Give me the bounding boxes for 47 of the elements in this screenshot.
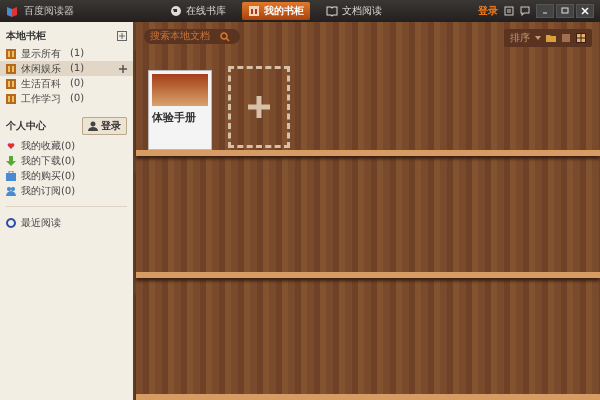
list-view-icon[interactable]	[561, 33, 571, 43]
personal-item[interactable]: 我的购买(0)	[21, 168, 76, 182]
add-shelf-icon[interactable]	[117, 31, 127, 41]
photo-placeholder	[152, 74, 208, 106]
list-icon[interactable]	[504, 6, 514, 16]
chat-bubble-icon[interactable]	[520, 6, 530, 16]
maximize-button[interactable]	[556, 4, 574, 18]
book-cover[interactable]: 体验手册	[148, 70, 212, 150]
bookshelf-icon	[248, 5, 260, 17]
login-button[interactable]: 登录	[82, 117, 127, 135]
add-book-button[interactable]	[228, 66, 290, 148]
download-arrow-icon	[6, 156, 16, 166]
plus-icon[interactable]	[119, 64, 127, 72]
book-logo-icon	[6, 5, 18, 17]
search-icon[interactable]	[220, 32, 230, 42]
personal-item[interactable]: 我的下载(0)	[21, 154, 76, 168]
recent-reading-link[interactable]: 最近阅读	[21, 216, 61, 230]
bookshelf-icon	[6, 48, 16, 58]
book-title: 体验手册	[152, 110, 197, 125]
globe-icon	[170, 5, 182, 17]
bookshelf-icon	[6, 94, 16, 104]
shelf-item[interactable]: 生活百科 (0)	[0, 76, 133, 91]
personal-item[interactable]: 我的订阅(0)	[21, 184, 76, 198]
nav-tab[interactable]: 文档阅读	[320, 2, 388, 20]
login-link[interactable]: 登录	[478, 4, 498, 18]
nav-tab[interactable]: 我的书柜	[242, 2, 310, 20]
shelf-item[interactable]: 工作学习 (0)	[0, 91, 133, 106]
section-title: 本地书柜	[6, 30, 46, 43]
caret-icon[interactable]	[535, 36, 541, 40]
heart-icon	[6, 140, 16, 150]
shelf-item[interactable]: 休闲娱乐 (1)	[0, 61, 133, 76]
bookshelf-icon	[6, 78, 16, 88]
plus-icon	[248, 96, 270, 118]
briefcase-icon	[6, 170, 16, 180]
shelf-item[interactable]: 显示所有 (1)	[0, 46, 133, 61]
nav-tab[interactable]: 在线书库	[164, 2, 232, 20]
app-title: 百度阅读器	[24, 4, 74, 18]
section-title: 个人中心	[6, 119, 46, 133]
people-icon	[6, 186, 16, 196]
open-book-icon	[326, 5, 338, 17]
grid-view-icon[interactable]	[576, 33, 586, 43]
personal-item[interactable]: 我的收藏(0)	[21, 138, 76, 152]
sort-dropdown[interactable]: 排序	[510, 31, 530, 45]
bookshelf-icon	[6, 64, 16, 74]
person-icon	[88, 121, 98, 131]
close-button[interactable]	[576, 4, 594, 18]
folder-icon[interactable]	[546, 33, 556, 43]
